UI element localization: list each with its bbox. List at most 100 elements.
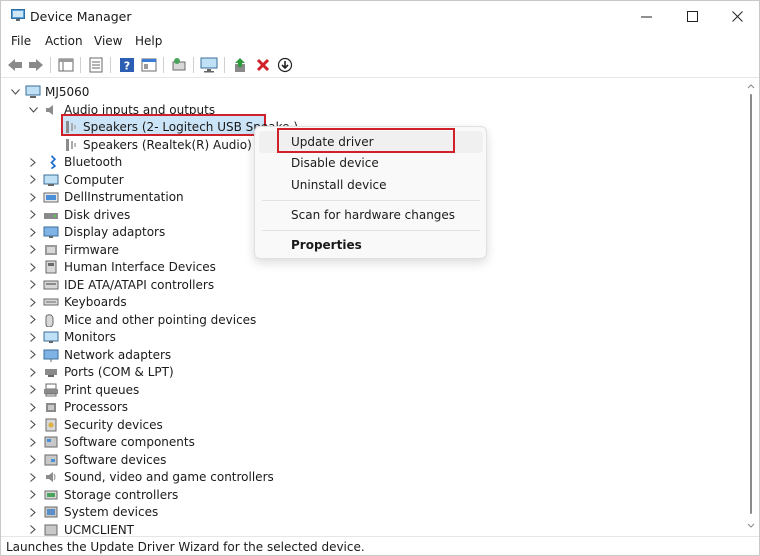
device-category-icon (43, 418, 59, 432)
device-category-icon (43, 190, 59, 204)
tree-item-category[interactable]: Print queues (1, 381, 701, 399)
tree-item-category[interactable]: Keyboards (1, 293, 701, 311)
properties-button[interactable] (87, 56, 105, 74)
device-category-icon (43, 453, 59, 467)
chevron-right-icon[interactable] (28, 192, 38, 202)
device-category-icon (43, 383, 59, 397)
chevron-right-icon[interactable] (28, 315, 38, 325)
tree-item-label: DellInstrumentation (64, 190, 184, 204)
menu-action[interactable]: Action (45, 34, 83, 48)
tree-item-category[interactable]: Processors (1, 398, 701, 416)
maximize-icon (686, 11, 698, 22)
help-button[interactable]: ? (118, 56, 136, 74)
tree-item-speaker-logitech[interactable]: Speakers (2- Logitech USB Speake·) (63, 118, 298, 136)
chevron-right-icon[interactable] (28, 332, 38, 342)
view-button[interactable] (140, 56, 158, 74)
context-menu: Update driver Disable device Uninstall d… (254, 126, 487, 259)
maximize-button[interactable] (669, 1, 715, 32)
device-category-icon (43, 470, 59, 484)
tree-item-label: IDE ATA/ATAPI controllers (64, 277, 215, 292)
tree-root-label: MJ5060 (45, 85, 90, 99)
chevron-down-icon[interactable] (28, 105, 38, 115)
close-button[interactable] (714, 1, 760, 32)
chevron-down-icon[interactable] (10, 87, 20, 97)
back-icon (8, 59, 22, 71)
tree-item-category[interactable]: Software components (1, 433, 701, 451)
chevron-right-icon[interactable] (28, 472, 38, 482)
tree-item-category[interactable]: Storage controllers (1, 486, 701, 504)
vertical-scrollbar[interactable] (744, 80, 758, 534)
tree-item-category[interactable]: System devices (1, 503, 701, 521)
tree-item-category[interactable]: Network adapters (1, 346, 701, 364)
minimize-icon (640, 16, 652, 18)
tree-item-label: Human Interface Devices (64, 260, 216, 274)
menu-uninstall-device[interactable]: Uninstall device (291, 178, 387, 192)
chevron-right-icon[interactable] (28, 525, 38, 535)
tree-item-category[interactable]: Sound, video and game controllers (1, 468, 701, 486)
menu-properties[interactable]: Properties (291, 238, 362, 252)
tree-item-category[interactable]: Monitors (1, 328, 701, 346)
menu-update-driver[interactable]: Update driver (291, 135, 374, 149)
tree-item-label: Speakers (Realtek(R) Audio) (83, 138, 252, 152)
scrollbar-track (747, 84, 755, 528)
chevron-right-icon[interactable] (28, 420, 38, 430)
minimize-button[interactable] (623, 1, 669, 32)
tree-item-label: System devices (64, 505, 159, 519)
chevron-right-icon[interactable] (28, 385, 38, 395)
download-button[interactable] (276, 56, 294, 74)
menu-disable-device[interactable]: Disable device (291, 156, 379, 170)
chevron-right-icon[interactable] (28, 175, 38, 185)
tree-root[interactable]: MJ5060 (1, 83, 701, 101)
chevron-right-icon[interactable] (28, 350, 38, 360)
show-hide-button[interactable] (57, 56, 75, 74)
back-button[interactable] (6, 56, 24, 74)
chevron-right-icon[interactable] (28, 297, 38, 307)
tree-item-label: Software components (64, 435, 195, 449)
chevron-right-icon[interactable] (28, 367, 38, 377)
properties-icon (89, 57, 103, 73)
tree-item-category[interactable]: Mice and other pointing devices (1, 311, 701, 329)
chevron-right-icon[interactable] (28, 490, 38, 500)
chevron-right-icon[interactable] (28, 402, 38, 412)
chevron-right-icon[interactable] (28, 455, 38, 465)
tree-item-category[interactable]: Human Interface Devices (1, 258, 701, 276)
toolbar: ? (1, 53, 759, 78)
menu-view[interactable]: View (94, 34, 122, 48)
tree-item-category[interactable]: Software devices (1, 451, 701, 469)
tree-item-label: Network adapters (64, 347, 172, 362)
tree-item-category[interactable]: Ports (COM & LPT) (1, 363, 701, 381)
chevron-right-icon[interactable] (28, 437, 38, 447)
svg-text:?: ? (124, 60, 130, 73)
tree-item-category[interactable]: Security devices (1, 416, 701, 434)
forward-button[interactable] (27, 56, 45, 74)
tree-item-label: Ports (COM & LPT) (64, 365, 174, 379)
scan-button[interactable] (170, 56, 188, 74)
tree-item-category[interactable]: IDE ATA/ATAPI controllers (1, 276, 701, 294)
monitor-button[interactable] (200, 56, 218, 74)
uninstall-icon (256, 58, 270, 72)
chevron-right-icon[interactable] (28, 245, 38, 255)
menu-file[interactable]: File (11, 34, 31, 48)
menu-scan-hardware[interactable]: Scan for hardware changes (291, 208, 455, 222)
device-category-icon (43, 155, 59, 169)
device-category-icon (43, 365, 59, 379)
chevron-right-icon[interactable] (28, 227, 38, 237)
chevron-right-icon[interactable] (28, 280, 38, 290)
menu-help[interactable]: Help (135, 34, 162, 48)
device-category-icon (43, 505, 59, 519)
uninstall-button[interactable] (254, 56, 272, 74)
tree-item-label: Firmware (64, 242, 119, 257)
chevron-right-icon[interactable] (28, 507, 38, 517)
tree-item-label: Print queues (64, 382, 140, 397)
device-category-icon (43, 313, 59, 327)
chevron-right-icon[interactable] (28, 210, 38, 220)
status-text: Launches the Update Driver Wizard for th… (6, 540, 365, 554)
update-driver-button[interactable] (232, 56, 250, 74)
tree-item-speaker-realtek[interactable]: Speakers (Realtek(R) Audio) (63, 136, 263, 154)
tree-item-label: Display adaptors (64, 225, 166, 239)
tree-item-label: Computer (64, 172, 124, 187)
chevron-right-icon[interactable] (28, 262, 38, 272)
context-separator (262, 230, 480, 231)
device-category-icon (43, 348, 59, 362)
chevron-right-icon[interactable] (28, 157, 38, 167)
